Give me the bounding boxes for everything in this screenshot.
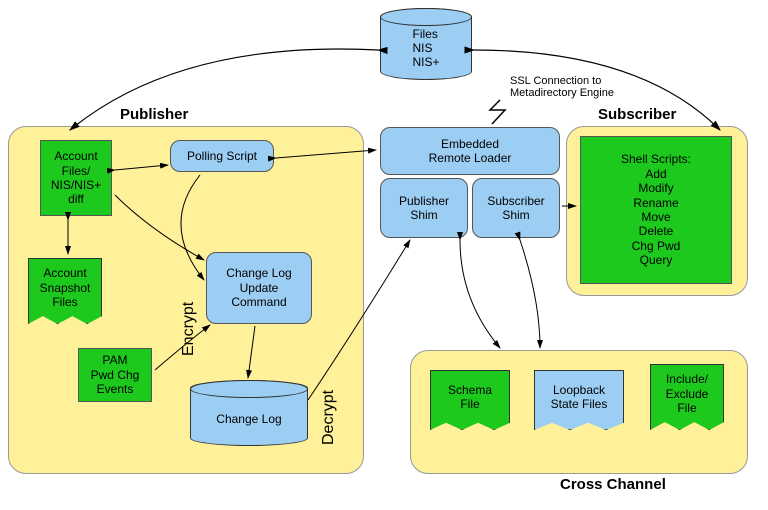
encrypt-label: Encrypt	[180, 302, 198, 356]
publisher-title: Publisher	[120, 106, 188, 123]
subscriber-title: Subscriber	[598, 106, 676, 123]
pam-events-box: PAM Pwd Chg Events	[78, 348, 152, 402]
schema-file-box: Schema File	[430, 370, 510, 430]
cross-channel-title: Cross Channel	[560, 476, 666, 493]
ssl-annotation: SSL Connection to Metadirectory Engine	[510, 75, 614, 99]
change-log-update-box: Change Log Update Command	[206, 252, 312, 324]
shell-scripts-box: Shell Scripts: Add Modify Rename Move De…	[580, 136, 732, 284]
account-files-box: Account Files/ NIS/NIS+ diff	[40, 140, 112, 216]
embedded-remote-loader: Embedded Remote Loader	[380, 127, 560, 175]
top-files-db-label: Files NIS NIS+	[412, 27, 439, 69]
include-exclude-box: Include/ Exclude File	[650, 364, 724, 430]
change-log-db-label: Change Log	[216, 412, 281, 426]
polling-script-box: Polling Script	[170, 140, 274, 172]
publisher-shim: Publisher Shim	[380, 178, 468, 238]
subscriber-shim: Subscriber Shim	[472, 178, 560, 238]
snapshot-files-box: Account Snapshot Files	[28, 258, 102, 324]
loopback-state-box: Loopback State Files	[534, 370, 624, 430]
decrypt-label: Decrypt	[320, 390, 338, 445]
change-log-db: Change Log	[190, 380, 308, 446]
top-files-db: Files NIS NIS+	[380, 8, 472, 80]
